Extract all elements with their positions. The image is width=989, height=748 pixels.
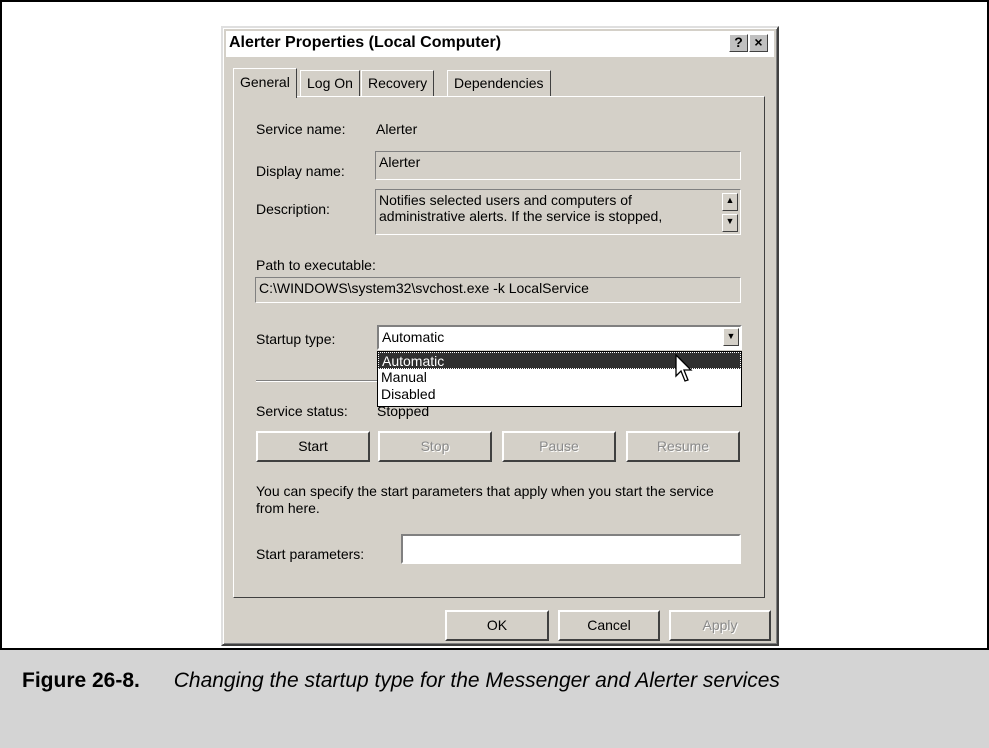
description-field: Notifies selected users and computers of… — [375, 189, 741, 235]
general-panel: Service name: Alerter Display name: Aler… — [233, 96, 765, 598]
option-disabled[interactable]: Disabled — [378, 386, 741, 403]
startup-type-label: Startup type: — [256, 331, 336, 347]
caption-area: Figure 26-8. Changing the startup type f… — [0, 648, 989, 748]
tab-general[interactable]: General — [233, 68, 297, 98]
hint-line-2: from here. — [256, 500, 320, 516]
apply-button[interactable]: Apply — [669, 610, 771, 641]
tab-dependencies[interactable]: Dependencies — [447, 70, 551, 96]
dialog-titlebar: Alerter Properties (Local Computer) ? × — [226, 31, 774, 57]
start-params-input[interactable] — [401, 534, 741, 564]
tab-log-on[interactable]: Log On — [300, 70, 360, 96]
mouse-pointer-icon — [675, 354, 693, 382]
alerter-properties-dialog: Alerter Properties (Local Computer) ? × … — [221, 26, 779, 646]
service-name-label: Service name: — [256, 121, 346, 137]
start-params-label: Start parameters: — [256, 546, 365, 562]
stop-button[interactable]: Stop — [378, 431, 492, 462]
display-name-field[interactable]: Alerter — [375, 151, 741, 180]
startup-type-combo[interactable]: Automatic ▼ — [377, 325, 742, 350]
startup-type-value: Automatic — [382, 329, 445, 345]
pause-button[interactable]: Pause — [502, 431, 616, 462]
resume-button[interactable]: Resume — [626, 431, 740, 462]
cancel-button[interactable]: Cancel — [558, 610, 660, 641]
help-button[interactable]: ? — [729, 34, 748, 52]
chevron-down-icon[interactable]: ▼ — [723, 328, 739, 346]
path-label: Path to executable: — [256, 257, 376, 273]
figure-caption: Figure 26-8. Changing the startup type f… — [22, 669, 780, 693]
description-scroll-down-icon[interactable]: ▼ — [722, 214, 738, 232]
service-status-label: Service status: — [256, 403, 348, 419]
description-label: Description: — [256, 201, 330, 217]
start-button[interactable]: Start — [256, 431, 370, 462]
ok-button[interactable]: OK — [445, 610, 549, 641]
close-button[interactable]: × — [749, 34, 768, 52]
description-line-1: Notifies selected users and computers of — [379, 192, 632, 208]
dialog-title: Alerter Properties (Local Computer) — [229, 34, 502, 51]
hint-line-1: You can specify the start parameters tha… — [256, 483, 714, 499]
figure-number: Figure 26-8. — [22, 669, 140, 692]
display-name-label: Display name: — [256, 163, 345, 179]
description-scroll-up-icon[interactable]: ▲ — [722, 193, 738, 211]
path-field: C:\WINDOWS\system32\svchost.exe -k Local… — [255, 277, 741, 303]
tab-recovery[interactable]: Recovery — [361, 70, 435, 96]
description-line-2: administrative alerts. If the service is… — [379, 208, 663, 224]
service-name-value: Alerter — [376, 121, 418, 137]
figure-text: Changing the startup type for the Messen… — [173, 669, 780, 692]
